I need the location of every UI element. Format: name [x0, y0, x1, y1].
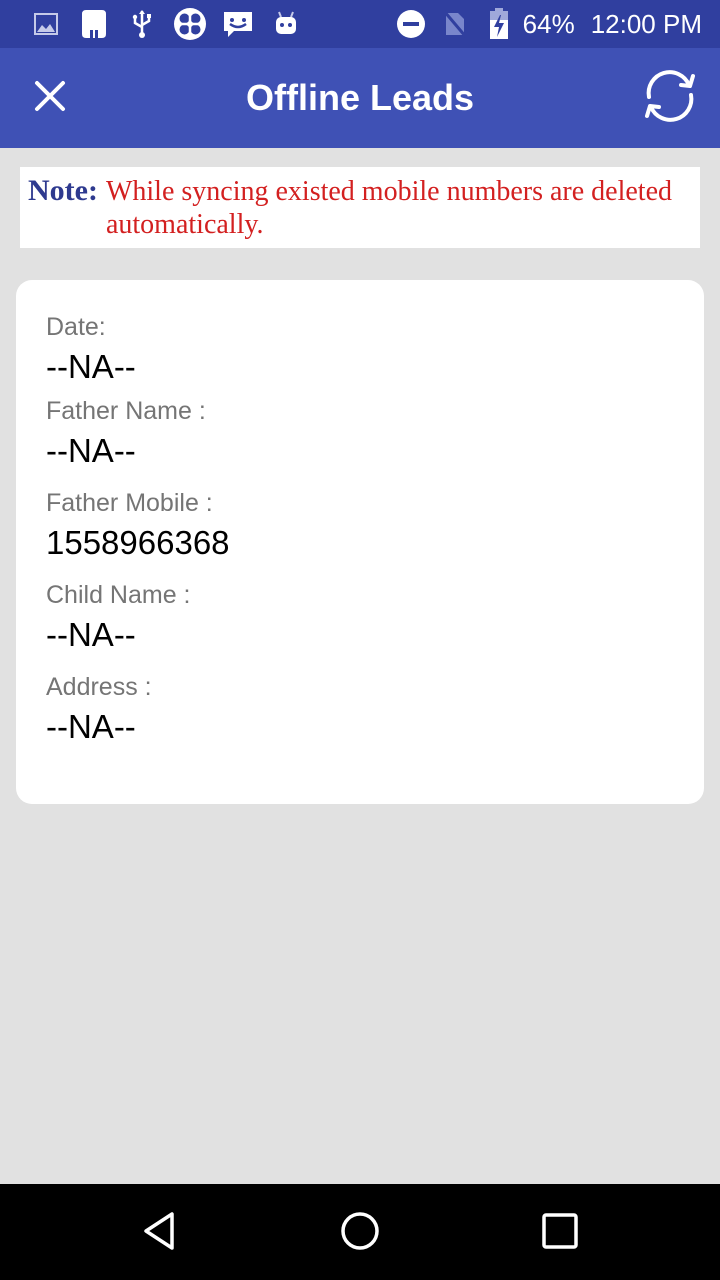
do-not-disturb-icon	[389, 0, 433, 48]
sync-icon	[637, 63, 703, 134]
sync-note: Note: While syncing existed mobile numbe…	[20, 167, 700, 248]
field-father-mobile: Father Mobile : 1558966368	[46, 486, 674, 566]
back-button[interactable]	[120, 1198, 200, 1268]
battery-charging-icon	[477, 0, 521, 48]
recents-button[interactable]	[520, 1198, 600, 1268]
field-date: Date: --NA--	[46, 310, 674, 390]
system-status: 64% 12:00 PM	[389, 0, 720, 48]
clover-app-icon	[166, 0, 214, 48]
field-label-child-name: Child Name :	[46, 581, 191, 609]
navigation-bar	[0, 1184, 720, 1280]
android-icon	[262, 0, 310, 48]
field-label-address: Address :	[46, 673, 152, 701]
usb-icon	[118, 0, 166, 48]
lead-card[interactable]: Date: --NA-- Father Name : --NA-- Father…	[16, 280, 704, 804]
battery-percent: 64%	[522, 8, 575, 39]
status-bar: 64% 12:00 PM	[0, 0, 720, 48]
no-sim-icon	[433, 0, 477, 48]
close-icon	[34, 80, 66, 117]
gallery-icon	[22, 0, 70, 48]
field-value-father-name: --NA--	[46, 432, 136, 469]
note-label: Note:	[28, 174, 98, 207]
chat-bubble-icon	[214, 0, 262, 48]
field-child-name: Child Name : --NA--	[46, 578, 674, 658]
field-label-father-name: Father Name :	[46, 397, 206, 425]
field-value-child-name: --NA--	[46, 616, 136, 653]
sync-button[interactable]	[630, 60, 710, 136]
field-address: Address : --NA--	[46, 670, 674, 750]
note-text: While syncing existed mobile numbers are…	[105, 176, 673, 240]
app-tile-icon	[70, 0, 118, 48]
page-title: Offline Leads	[245, 77, 475, 118]
field-value-father-mobile: 1558966368	[46, 524, 230, 561]
field-label-date: Date:	[46, 313, 106, 341]
recents-icon	[540, 1211, 580, 1256]
field-value-date: --NA--	[46, 348, 136, 385]
app-bar: Offline Leads	[0, 48, 720, 148]
notification-icons	[0, 0, 310, 48]
home-icon	[339, 1210, 381, 1257]
close-button[interactable]	[22, 72, 78, 124]
back-icon	[140, 1210, 180, 1257]
field-value-address: --NA--	[46, 708, 136, 745]
field-label-father-mobile: Father Mobile :	[46, 489, 213, 517]
field-father-name: Father Name : --NA--	[46, 394, 674, 474]
clock: 12:00 PM	[590, 8, 702, 39]
home-button[interactable]	[320, 1198, 400, 1268]
